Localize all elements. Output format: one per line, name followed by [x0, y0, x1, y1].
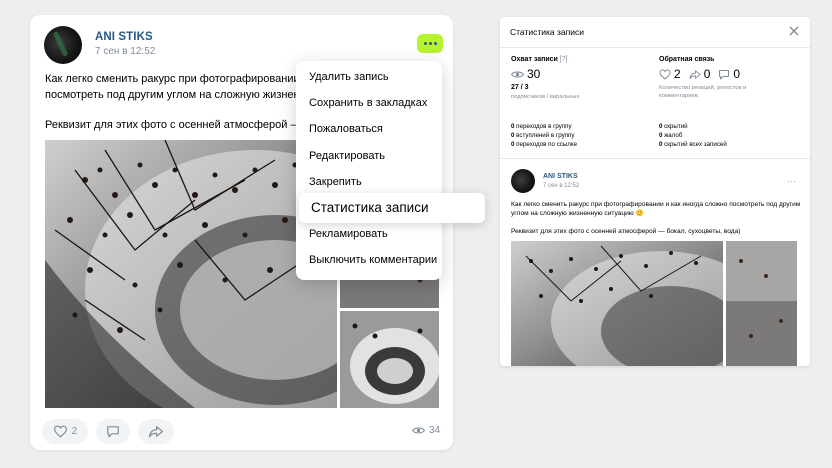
- like-count: 2: [71, 426, 78, 437]
- subscribers-viral-label: подписчиков / виральных: [511, 94, 580, 100]
- photo-main-image: [45, 140, 337, 408]
- stat-text: жалоб: [662, 132, 683, 139]
- feedback-title: Обратная связь: [659, 56, 715, 63]
- comment-icon: [719, 69, 730, 79]
- panel-header: Статистика записи: [500, 17, 810, 48]
- preview-photo-side[interactable]: [726, 241, 797, 366]
- photo-side-image-2: [340, 311, 439, 408]
- feedback-likes: 2: [659, 67, 681, 81]
- menu-item-post-stats-label: Статистика записи: [311, 200, 429, 215]
- menu-item-delete[interactable]: Удалить запись: [309, 71, 389, 83]
- reach-views: 30: [511, 67, 540, 81]
- preview-photo-side-image: [726, 241, 797, 366]
- preview-text: Как легко сменить ракурс при фотографиро…: [511, 201, 801, 217]
- dot-icon: [433, 42, 437, 45]
- dot-icon: [423, 42, 427, 45]
- comment-button[interactable]: [96, 419, 130, 444]
- feedback-reposts: 0: [689, 67, 711, 81]
- stat-line-hides: 0 скрытий: [659, 123, 688, 130]
- stat-line-group-joins: 0 вступлений в группу: [511, 132, 574, 139]
- reach-title-text: Охват записи: [511, 56, 558, 63]
- menu-item-edit[interactable]: Редактировать: [309, 150, 385, 162]
- share-icon: [689, 69, 701, 79]
- reach-value: 30: [527, 67, 541, 81]
- preview-more-button[interactable]: ···: [787, 177, 797, 186]
- eye-icon: [511, 71, 524, 77]
- like-button[interactable]: 2: [42, 419, 88, 444]
- feedback-desc: Количество реакций, репостов и комментар…: [659, 85, 747, 99]
- comment-icon: [107, 426, 119, 438]
- feedback-comments: 0: [718, 67, 740, 81]
- stat-text: скрытий всех записей: [662, 141, 727, 148]
- avatar[interactable]: [44, 26, 82, 64]
- preview-text-2: Реквизит для этих фото с осенней атмосфе…: [511, 228, 741, 235]
- stat-text: скрытий: [662, 123, 688, 130]
- menu-item-disable-comments[interactable]: Выключить комментарии: [309, 254, 437, 266]
- menu-item-advertise[interactable]: Рекламировать: [309, 228, 388, 240]
- menu-item-report[interactable]: Пожаловаться: [309, 123, 383, 135]
- preview-photo-main-image: [511, 241, 723, 366]
- preview-date[interactable]: 7 сен в 12:52: [543, 183, 579, 189]
- feedback-likes-count: 2: [674, 67, 681, 81]
- preview-author[interactable]: ANI STIKS: [543, 173, 578, 180]
- dot-icon: [428, 42, 432, 45]
- stat-line-group-visits: 0 переходов в группу: [511, 123, 572, 130]
- panel-title: Статистика записи: [510, 27, 584, 37]
- post-photo-main[interactable]: [45, 140, 337, 408]
- menu-item-pin[interactable]: Закрепить: [309, 176, 362, 188]
- stat-text: переходов в группу: [514, 123, 572, 130]
- stat-line-link-clicks: 0 переходов по ссылке: [511, 141, 577, 148]
- post-author[interactable]: ANI STIKS: [95, 31, 153, 43]
- views-count: 34: [429, 425, 441, 436]
- feedback-counters: 2 0 0: [659, 67, 740, 81]
- post-photo-side-2[interactable]: [340, 311, 439, 408]
- divider: [500, 158, 810, 159]
- heart-icon: [53, 425, 67, 438]
- stat-line-hide-all: 0 скрытий всех записей: [659, 141, 727, 148]
- feedback-comments-count: 0: [733, 67, 741, 81]
- menu-item-post-stats[interactable]: Статистика записи: [299, 193, 485, 223]
- feedback-reposts-count: 0: [703, 67, 711, 81]
- eye-icon: [412, 427, 425, 434]
- views-counter: 34: [412, 425, 440, 436]
- post-options-menu: Удалить запись Сохранить в закладках Пож…: [296, 61, 442, 280]
- post-date[interactable]: 7 сен в 12:52: [95, 46, 155, 57]
- stat-line-reports: 0 жалоб: [659, 132, 682, 139]
- stat-text: вступлений в группу: [514, 132, 575, 139]
- share-icon: [148, 426, 164, 438]
- preview-avatar[interactable]: [511, 169, 535, 193]
- close-icon[interactable]: [788, 25, 800, 37]
- preview-photo-main[interactable]: [511, 241, 723, 366]
- reach-title: Охват записи [?]: [511, 56, 568, 63]
- menu-item-bookmark[interactable]: Сохранить в закладках: [309, 97, 427, 109]
- reach-help[interactable]: [?]: [560, 56, 568, 63]
- share-button[interactable]: [138, 419, 174, 444]
- subscribers-viral-value: 27 / 3: [511, 84, 529, 91]
- more-options-button[interactable]: [417, 34, 443, 53]
- post-stats-panel: Статистика записи Охват записи [?] 30 27…: [500, 17, 810, 366]
- stat-text: переходов по ссылке: [514, 141, 578, 148]
- heart-icon: [659, 68, 671, 80]
